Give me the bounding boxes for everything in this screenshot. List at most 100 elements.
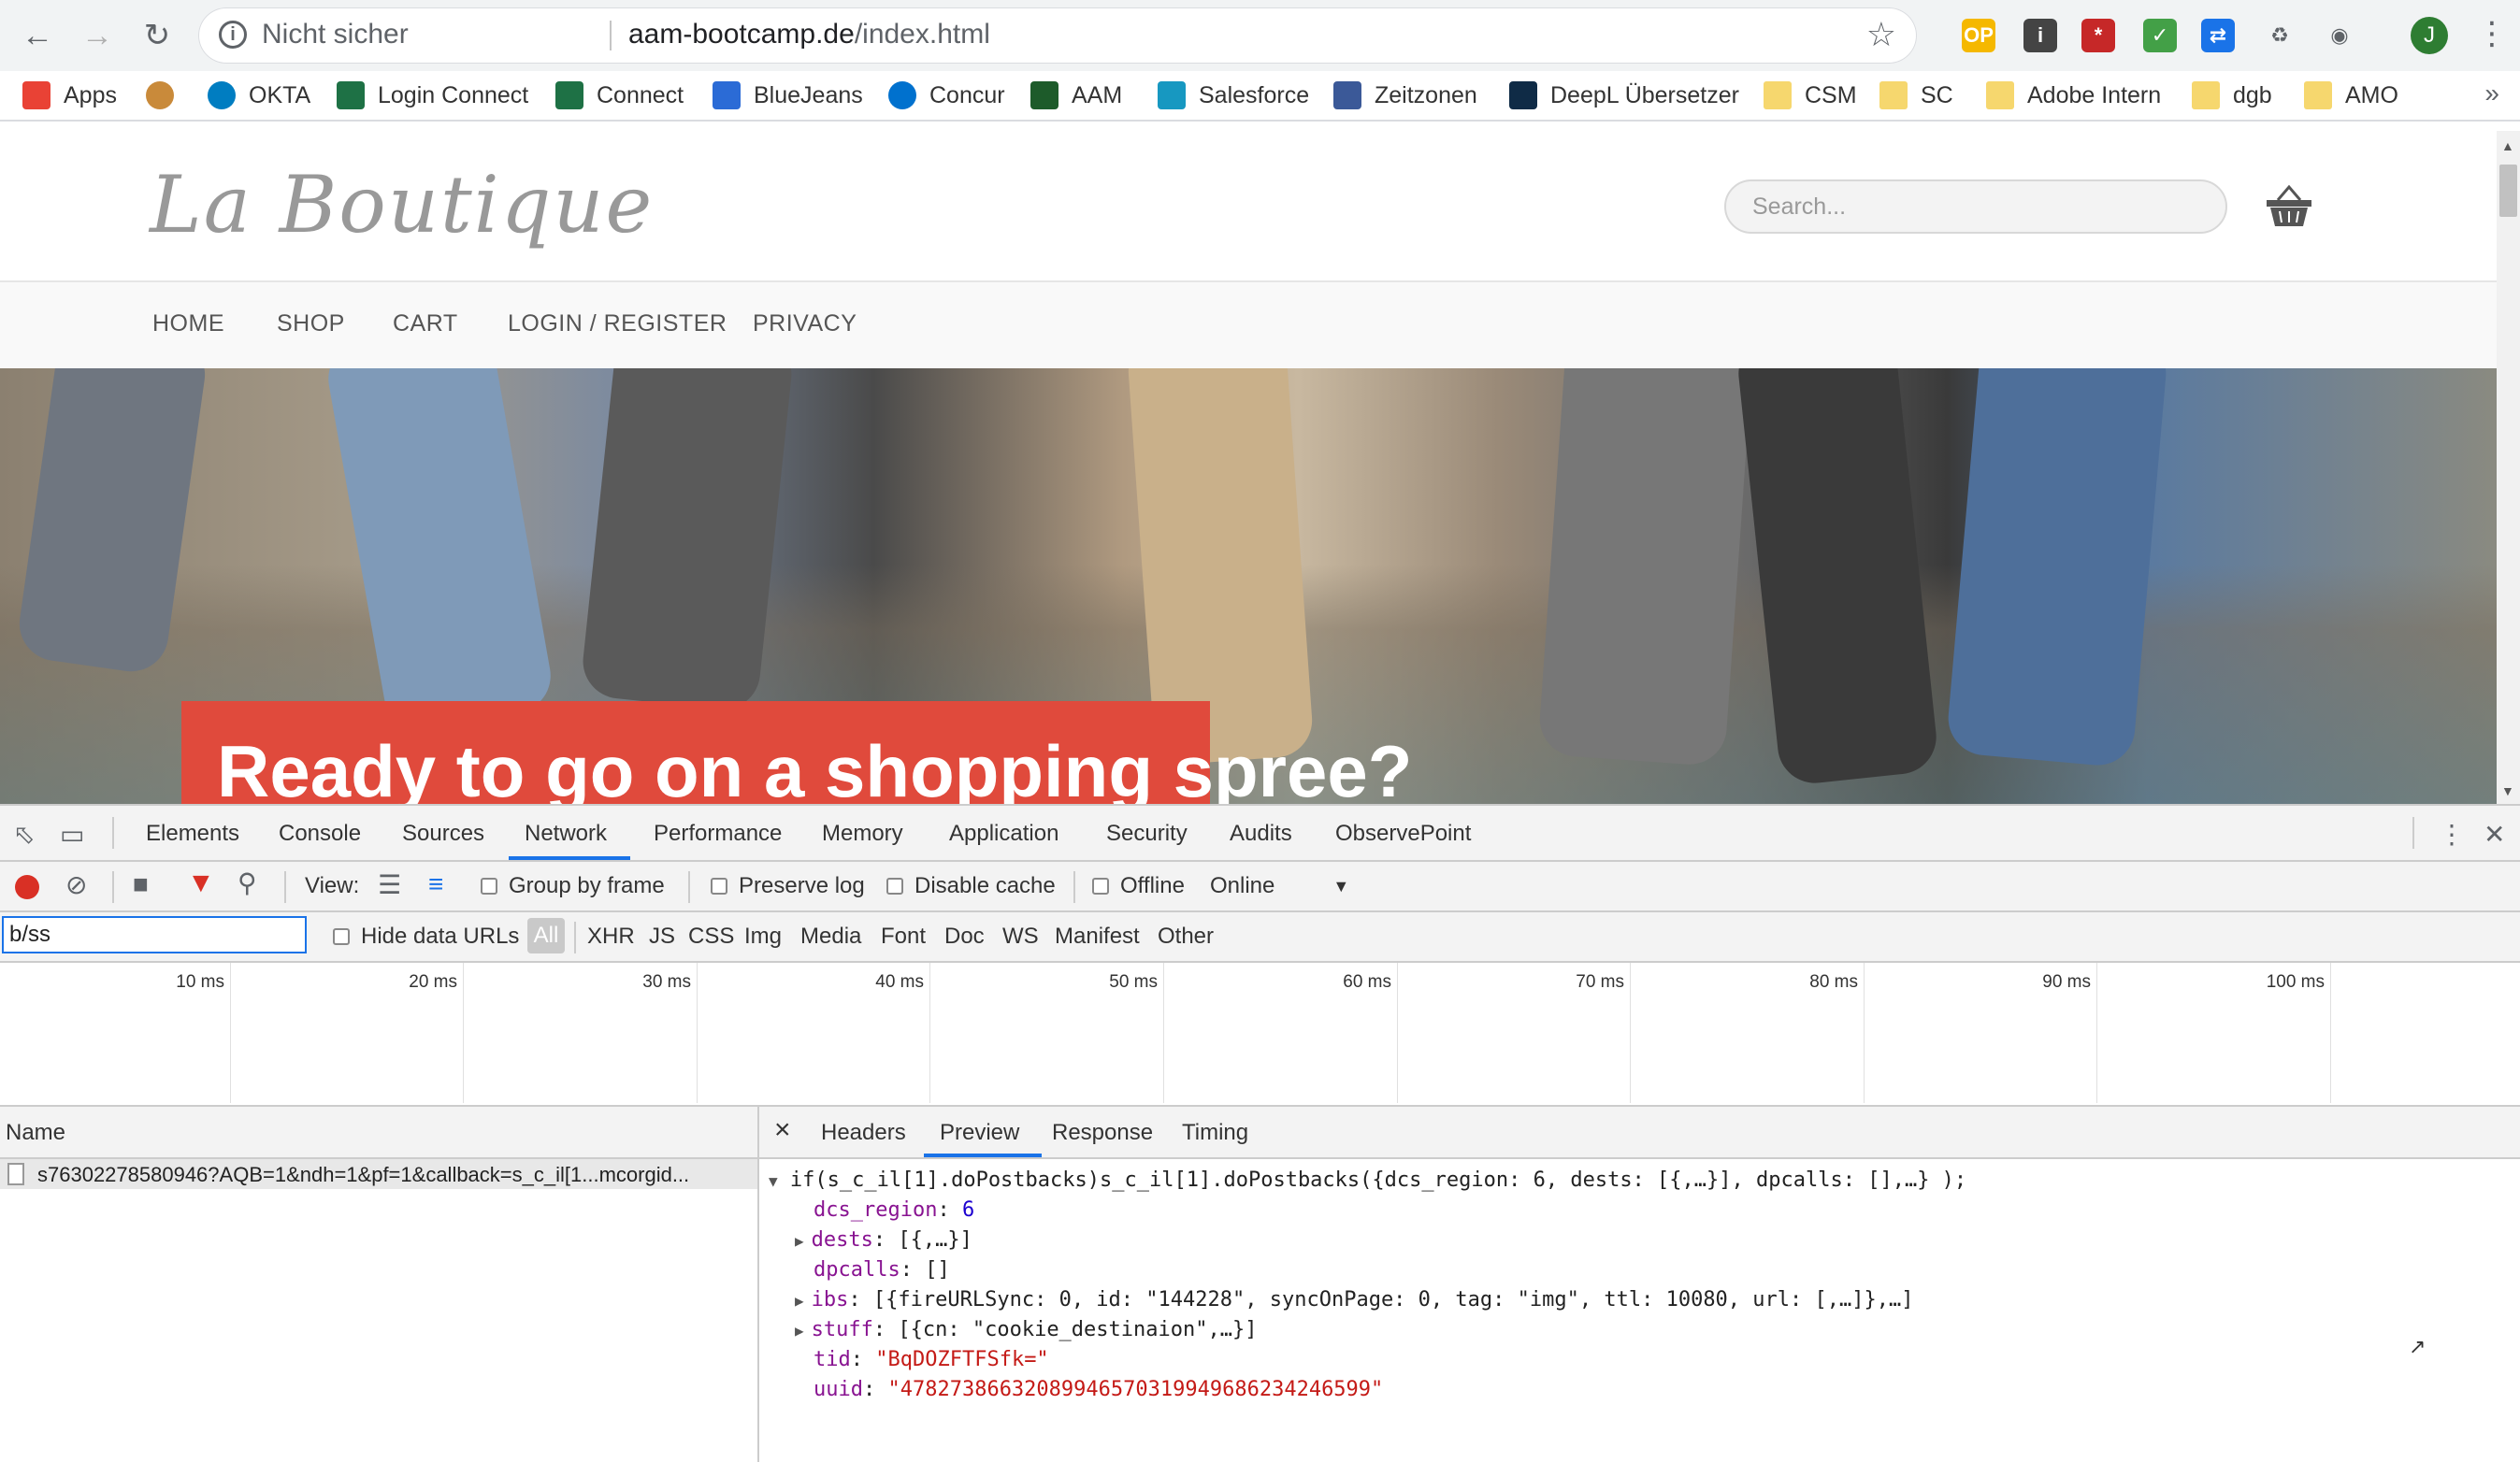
- tab-performance[interactable]: Performance: [654, 821, 782, 847]
- waterfall-view-icon[interactable]: ≡: [428, 869, 443, 899]
- bookmark-item[interactable]: DeepL Übersetzer: [1509, 79, 1739, 112]
- browser-menu-icon[interactable]: ⋮: [2476, 15, 2508, 52]
- record-icon[interactable]: [15, 875, 39, 899]
- bookmark-item[interactable]: Zeitzonen: [1333, 79, 1477, 112]
- filter-type-img[interactable]: Img: [744, 924, 782, 950]
- scrollbar-thumb[interactable]: [2499, 165, 2517, 217]
- checkbox-icon[interactable]: [481, 878, 497, 895]
- nav-home[interactable]: HOME: [152, 310, 224, 337]
- tab-memory[interactable]: Memory: [822, 821, 903, 847]
- bookmark-item[interactable]: dgb: [2192, 79, 2272, 112]
- bookmark-item[interactable]: Salesforce: [1158, 79, 1309, 112]
- bookmark-item[interactable]: CSM: [1764, 79, 1857, 112]
- nav-shop[interactable]: SHOP: [277, 310, 345, 337]
- clear-icon[interactable]: ⊘: [65, 869, 87, 900]
- bookmarks-overflow-icon[interactable]: »: [2484, 79, 2499, 108]
- info-ext-icon[interactable]: i: [2023, 19, 2057, 52]
- network-overview-timeline[interactable]: 10 ms 20 ms 30 ms 40 ms 50 ms 60 ms 70 ms 80 ms…: [0, 963, 2520, 1107]
- scroll-up-icon[interactable]: ▲: [2501, 138, 2514, 153]
- nav-privacy[interactable]: PRIVACY: [753, 310, 857, 337]
- url-text[interactable]: aam-bootcamp.de/index.html: [628, 19, 990, 50]
- bookmark-item[interactable]: [146, 79, 187, 112]
- bookmark-item[interactable]: Login Connect: [337, 79, 528, 112]
- bookmark-item[interactable]: Connect: [555, 79, 684, 112]
- filter-type-manifest[interactable]: Manifest: [1055, 924, 1140, 950]
- throttle-select[interactable]: Online ▼: [1210, 873, 1349, 899]
- inspect-element-icon[interactable]: ⬁: [13, 819, 35, 850]
- disable-cache-checkbox[interactable]: Disable cache: [886, 873, 1056, 899]
- bookmark-item[interactable]: Concur: [888, 79, 1005, 112]
- checkbox-icon[interactable]: [886, 878, 903, 895]
- bookmark-item[interactable]: AAM: [1030, 79, 1122, 112]
- filter-type-doc[interactable]: Doc: [944, 924, 985, 950]
- back-arrow-icon[interactable]: ←: [15, 13, 60, 58]
- nav-cart[interactable]: CART: [393, 310, 458, 337]
- tab-headers[interactable]: Headers: [821, 1120, 906, 1146]
- bookmark-item[interactable]: BlueJeans: [713, 79, 863, 112]
- profile-avatar[interactable]: J: [2411, 17, 2448, 54]
- bookmark-star-icon[interactable]: ☆: [1866, 15, 1896, 54]
- tab-preview[interactable]: Preview: [940, 1120, 1019, 1146]
- tab-sources[interactable]: Sources: [402, 821, 484, 847]
- reload-icon[interactable]: ↻: [135, 13, 180, 58]
- filter-type-xhr[interactable]: XHR: [587, 924, 635, 950]
- collapsed-triangle-icon[interactable]: ▶: [795, 1292, 804, 1310]
- filter-type-css[interactable]: CSS: [688, 924, 734, 950]
- bookmark-item[interactable]: SC: [1879, 79, 1953, 112]
- filter-type-media[interactable]: Media: [800, 924, 861, 950]
- tab-security[interactable]: Security: [1106, 821, 1188, 847]
- devtools-menu-icon[interactable]: ⋮: [2439, 819, 2465, 850]
- filter-type-js[interactable]: JS: [649, 924, 675, 950]
- checkbox-icon[interactable]: [1092, 878, 1109, 895]
- list-view-icon[interactable]: ☰: [378, 869, 401, 900]
- filter-type-other[interactable]: Other: [1158, 924, 1214, 950]
- forward-arrow-icon[interactable]: →: [75, 13, 120, 58]
- camera-ext-icon[interactable]: ◉: [2323, 19, 2356, 52]
- preview-prop-dests[interactable]: ▶ dests: [{,…}]: [795, 1228, 972, 1252]
- page-scrollbar[interactable]: ▲ ▼: [2497, 131, 2520, 804]
- device-toolbar-icon[interactable]: ▭: [60, 819, 84, 850]
- request-row[interactable]: s76302278580946?AQB=1&ndh=1&pf=1&callbac…: [0, 1159, 757, 1189]
- shield-ext-icon[interactable]: ✓: [2143, 19, 2177, 52]
- preview-prop-stuff[interactable]: ▶ stuff: [{cn: "cookie_destinaion",…}]: [795, 1318, 1257, 1341]
- red-ext-icon[interactable]: *: [2081, 19, 2115, 52]
- preview-prop-ibs[interactable]: ▶ ibs: [{fireURLSync: 0, id: "144228", sy…: [795, 1288, 1913, 1312]
- address-bar[interactable]: i Nicht sicher aam-bootcamp.de/index.htm…: [198, 7, 1917, 64]
- group-by-frame-checkbox[interactable]: Group by frame: [481, 873, 665, 899]
- filter-type-ws[interactable]: WS: [1002, 924, 1039, 950]
- collapsed-triangle-icon[interactable]: ▶: [795, 1232, 804, 1250]
- bookmark-item[interactable]: Apps: [22, 79, 117, 112]
- op-ext-icon[interactable]: OP: [1962, 19, 1995, 52]
- tab-application[interactable]: Application: [949, 821, 1058, 847]
- close-devtools-icon[interactable]: ✕: [2484, 819, 2505, 850]
- tab-console[interactable]: Console: [279, 821, 361, 847]
- tab-timing[interactable]: Timing: [1182, 1120, 1248, 1146]
- info-icon[interactable]: i: [219, 21, 247, 49]
- screenshot-capture-icon[interactable]: ■: [133, 869, 149, 899]
- tab-observepoint[interactable]: ObservePoint: [1335, 821, 1471, 847]
- filter-icon[interactable]: ▼: [187, 867, 215, 899]
- search-icon[interactable]: ⚲: [238, 867, 257, 898]
- offline-checkbox[interactable]: Offline: [1092, 873, 1185, 899]
- scroll-down-icon[interactable]: ▼: [2501, 783, 2514, 798]
- preview-root-line[interactable]: ▼ if(s_c_il[1].doPostbacks)s_c_il[1].doP…: [769, 1168, 1966, 1192]
- bookmark-item[interactable]: OKTA: [208, 79, 310, 112]
- name-column-header[interactable]: Name: [0, 1107, 757, 1159]
- filter-type-all[interactable]: All: [527, 918, 565, 953]
- tab-network[interactable]: Network: [525, 821, 607, 847]
- bookmark-item[interactable]: AMO: [2304, 79, 2398, 112]
- nav-login-register[interactable]: LOGIN / REGISTER: [508, 310, 727, 337]
- close-detail-icon[interactable]: ×: [774, 1114, 791, 1146]
- tab-response[interactable]: Response: [1052, 1120, 1153, 1146]
- expanded-triangle-icon[interactable]: ▼: [769, 1172, 778, 1190]
- translate-ext-icon[interactable]: ⇄: [2201, 19, 2235, 52]
- tab-audits[interactable]: Audits: [1230, 821, 1292, 847]
- bookmark-item[interactable]: Adobe Intern: [1986, 79, 2161, 112]
- checkbox-icon[interactable]: [711, 878, 727, 895]
- site-logo[interactable]: La Boutique: [150, 159, 654, 251]
- filter-type-font[interactable]: Font: [881, 924, 926, 950]
- checkbox-icon[interactable]: [333, 928, 350, 945]
- collapsed-triangle-icon[interactable]: ▶: [795, 1322, 804, 1340]
- tab-elements[interactable]: Elements: [146, 821, 239, 847]
- hide-data-urls-checkbox[interactable]: Hide data URLs: [333, 924, 519, 950]
